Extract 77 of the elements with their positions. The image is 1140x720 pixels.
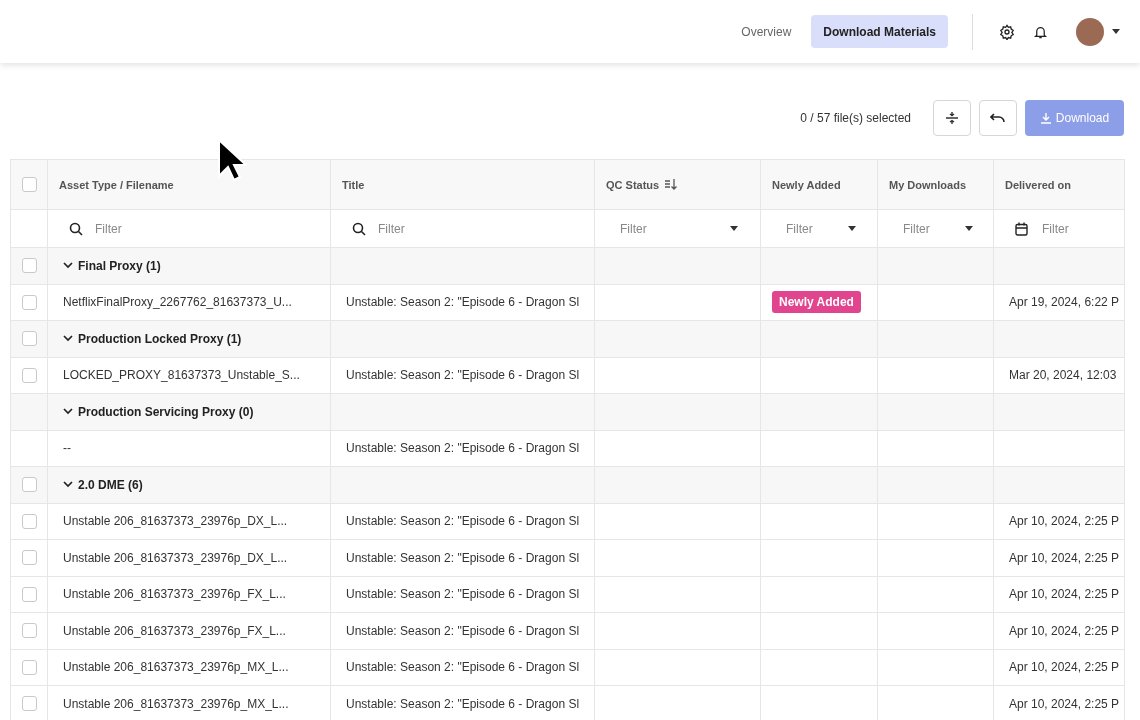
chevron-icon[interactable]	[63, 481, 73, 489]
delivered-date-cell-text: Apr 10, 2024, 2:25 P	[1008, 514, 1120, 529]
title-cell-text: Unstable: Season 2: "Episode 6 - Dragon Sl	[345, 295, 580, 310]
download-icon	[1039, 112, 1052, 124]
title-cell-text: Unstable: Season 2: "Episode 6 - Dragon Sl	[345, 550, 580, 565]
filename-cell-text: Unstable 206_81637373_23976p_FX_L...	[62, 587, 286, 602]
group-toggle[interactable]: 2.0 DME (6)	[59, 477, 143, 492]
title-cell-text: Unstable: Season 2: "Episode 6 - Dragon Sl	[345, 696, 580, 711]
row-checkbox[interactable]	[21, 367, 37, 383]
title-cell-text: Unstable: Season 2: "Episode 6 - Dragon Sl	[345, 587, 580, 602]
dropdown-caret-icon[interactable]	[730, 226, 738, 231]
calendar-icon[interactable]	[1015, 221, 1028, 236]
delivered-date-cell-text: Apr 10, 2024, 2:25 P	[1008, 660, 1120, 675]
filename-cell-text: LOCKED_PROXY_81637373_Unstable_S...	[62, 368, 300, 383]
column-header[interactable]: Asset Type / Filename	[59, 178, 174, 191]
filename-cell-text: Unstable 206_81637373_23976p_FX_L...	[62, 623, 286, 638]
filename-cell-text: Unstable 206_81637373_23976p_DX_L...	[62, 514, 288, 529]
sort-icon[interactable]	[665, 179, 679, 190]
chevron-icon[interactable]	[63, 408, 73, 416]
selection-count: 0 / 57 file(s) selected	[800, 111, 911, 125]
delivered-date-cell-text: Apr 19, 2024, 6:22 P	[1008, 295, 1120, 310]
settings-icon[interactable]	[999, 23, 1015, 40]
row-checkbox[interactable]	[21, 659, 37, 675]
column-header[interactable]: Delivered on	[1005, 178, 1072, 191]
title-cell-text: Unstable: Season 2: "Episode 6 - Dragon Sl	[345, 441, 580, 456]
row-checkbox[interactable]	[21, 294, 37, 310]
user-avatar[interactable]	[1076, 17, 1104, 46]
filter-dropdown[interactable]: Filter	[618, 220, 672, 237]
collapse-button[interactable]	[933, 100, 971, 136]
select-all-checkbox[interactable]	[21, 177, 37, 192]
delivered-date-cell-text: Apr 10, 2024, 2:25 P	[1008, 696, 1120, 711]
filename-cell-text: Unstable 206_81637373_23976p_MX_L...	[62, 696, 289, 711]
nav-tab[interactable]: Overview	[729, 15, 804, 48]
dropdown-caret-icon[interactable]	[848, 226, 856, 231]
title-cell-text: Unstable: Season 2: "Episode 6 - Dragon Sl	[345, 623, 580, 638]
title-cell-text: Unstable: Season 2: "Episode 6 - Dragon Sl	[345, 660, 580, 675]
filter-field[interactable]: Filter	[93, 220, 177, 237]
nav-tab[interactable]: Download Materials	[811, 15, 948, 48]
filter-field[interactable]: Filter	[376, 220, 460, 237]
group-toggle[interactable]: Production Locked Proxy (1)	[59, 331, 242, 346]
filter-dropdown[interactable]: Filter	[784, 220, 838, 237]
column-header[interactable]: Title	[342, 178, 365, 191]
row-checkbox[interactable]	[21, 513, 37, 529]
caret-icon[interactable]	[1112, 29, 1120, 34]
group-toggle[interactable]: Final Proxy (1)	[59, 258, 161, 273]
undo-button[interactable]	[979, 100, 1017, 136]
group-toggle[interactable]: Production Servicing Proxy (0)	[59, 404, 254, 419]
row-checkbox[interactable]	[21, 258, 37, 274]
undo-icon	[990, 112, 1006, 124]
filename-cell-text: --	[62, 441, 71, 456]
row-checkbox[interactable]	[21, 477, 37, 493]
delivered-date-cell-text: Apr 10, 2024, 2:25 P	[1008, 623, 1120, 638]
filename-cell-text: Unstable 206_81637373_23976p_MX_L...	[62, 660, 289, 675]
filter-dropdown[interactable]: Filter	[901, 220, 955, 237]
title-cell-text: Unstable: Season 2: "Episode 6 - Dragon Sl	[345, 514, 580, 529]
chevron-icon[interactable]	[63, 262, 73, 270]
newly-added-badge: Newly Added	[772, 291, 861, 314]
column-header[interactable]: My Downloads	[889, 178, 966, 191]
chevron-icon[interactable]	[63, 335, 73, 343]
row-checkbox[interactable]	[21, 550, 37, 566]
search-icon	[352, 221, 366, 236]
date-filter-field[interactable]: Filter	[1040, 220, 1124, 237]
column-header[interactable]: QC Status	[606, 178, 660, 191]
title-cell-text: Unstable: Season 2: "Episode 6 - Dragon Sl	[345, 368, 580, 383]
filename-cell-text: Unstable 206_81637373_23976p_DX_L...	[62, 550, 288, 565]
row-checkbox[interactable]	[21, 696, 37, 712]
column-header[interactable]: Newly Added	[772, 178, 841, 191]
delivered-date-cell-text: Apr 10, 2024, 2:25 P	[1008, 587, 1120, 602]
dropdown-caret-icon[interactable]	[965, 226, 973, 231]
row-checkbox[interactable]	[21, 331, 37, 347]
search-icon	[69, 221, 83, 236]
row-checkbox[interactable]	[21, 623, 37, 639]
collapse-icon	[945, 111, 959, 125]
delivered-date-cell-text: Mar 20, 2024, 12:03	[1008, 368, 1117, 383]
filename-cell-text: NetflixFinalProxy_2267762_81637373_U...	[62, 295, 292, 310]
row-checkbox[interactable]	[21, 586, 37, 602]
delivered-date-cell-text: Apr 10, 2024, 2:25 P	[1008, 550, 1120, 565]
